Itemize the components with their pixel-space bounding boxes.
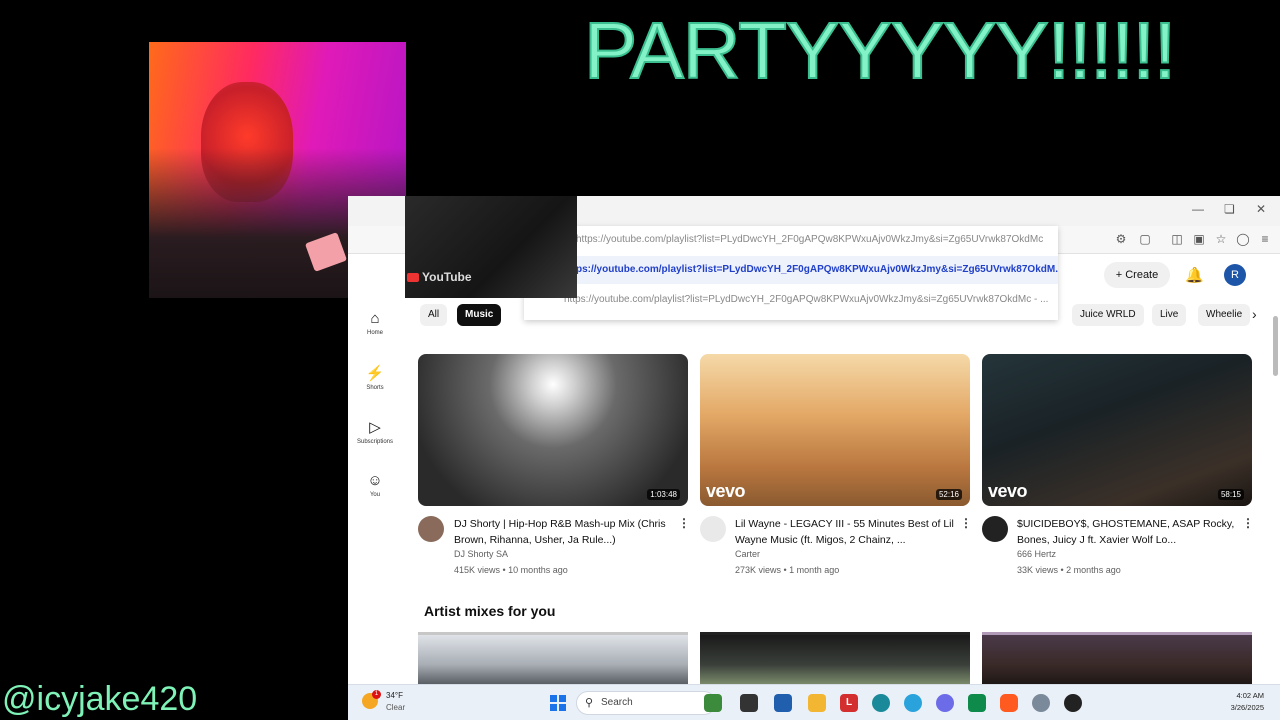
discord-icon[interactable] [936, 694, 954, 712]
sidebar-item-subscriptions[interactable]: ▷ Subscriptions [348, 418, 402, 445]
extensions-icon[interactable]: ⚙ [1114, 232, 1128, 246]
chip-juice-wrld[interactable]: Juice WRLD [1072, 304, 1144, 326]
store-icon[interactable] [774, 694, 792, 712]
video-title[interactable]: DJ Shorty | Hip-Hop R&B Mash-up Mix (Chr… [454, 516, 674, 548]
video-thumbnail[interactable]: vevo 58:15 [982, 354, 1252, 506]
plus-icon: + [1115, 269, 1126, 281]
sidebar-icon[interactable]: ◫ [1170, 232, 1184, 246]
mix-thumbnail[interactable] [418, 632, 688, 684]
shield-icon[interactable]: ◯ [1236, 232, 1250, 246]
chip-music[interactable]: Music [457, 304, 502, 326]
notification-badge: 1 [372, 690, 381, 699]
more-options-icon[interactable]: ⋮ [960, 516, 972, 530]
subscriptions-icon: ▷ [369, 419, 381, 436]
url-suggestion[interactable]: https://youtube.com/playlist?list=PLydDw… [524, 226, 1058, 254]
create-button[interactable]: + Create [1104, 262, 1170, 288]
chip-wheelie[interactable]: Wheelie [1198, 304, 1251, 326]
more-options-icon[interactable]: ⋮ [678, 516, 690, 530]
duration-badge: 58:15 [1217, 489, 1244, 500]
video-thumbnail[interactable]: vevo 52:16 [700, 354, 970, 506]
channel-name[interactable]: DJ Shorty SA [454, 549, 508, 559]
game-app-icon[interactable] [704, 694, 722, 712]
chevron-right-icon[interactable]: › [1252, 306, 1257, 322]
channel-avatar[interactable] [982, 516, 1008, 542]
section-title: Artist mixes for you [424, 603, 556, 619]
task-view-icon[interactable] [740, 694, 758, 712]
screenshot-icon[interactable]: ▢ [1138, 232, 1152, 246]
taskbar-search[interactable]: ⚲ Search [576, 691, 716, 715]
video-meta: 273K views • 1 month ago [735, 565, 840, 575]
stream-scene: PARTYYYYY!!!!!! — ❏ ✕ ⚙ ▢ ◫ ▣ ☆ ◯ ≡ ⌂ Ho… [0, 0, 1280, 720]
screen-preview: YouTube [405, 196, 577, 298]
channel-name[interactable]: Carter [735, 549, 760, 559]
telegram-icon[interactable] [904, 694, 922, 712]
channel-avatar[interactable] [418, 516, 444, 542]
minimize-icon[interactable]: — [1192, 202, 1204, 216]
video-title[interactable]: Lil Wayne - LEGACY III - 55 Minutes Best… [735, 516, 955, 548]
scrollbar[interactable] [1270, 254, 1280, 684]
system-clock[interactable]: 4:02 AM 3/26/2025 [1231, 690, 1264, 714]
duration-badge: 52:16 [935, 489, 962, 500]
start-button[interactable] [550, 695, 566, 711]
obs-icon[interactable] [1064, 694, 1082, 712]
channel-name[interactable]: 666 Hertz [1017, 549, 1056, 559]
vevo-logo: vevo [988, 481, 1028, 501]
shorts-icon: ⚡ [365, 365, 385, 382]
restore-icon[interactable]: ❏ [1224, 202, 1235, 216]
youtube-logo-icon [407, 273, 419, 283]
search-icon: ⚲ [585, 697, 594, 709]
menu-icon[interactable]: ≡ [1258, 232, 1272, 246]
video-thumbnail[interactable]: 1:03:48 [418, 354, 688, 506]
sidebar-item-shorts[interactable]: ⚡ Shorts [348, 364, 402, 391]
overlay-title: PARTYYYYY!!!!!! [583, 5, 1177, 96]
brave-icon[interactable] [1000, 694, 1018, 712]
settings-gear-icon[interactable] [1032, 694, 1050, 712]
split-screen-icon[interactable]: ▣ [1192, 232, 1206, 246]
favorites-icon[interactable]: ☆ [1214, 232, 1228, 246]
sidebar-item-you[interactable]: ☺ You [348, 472, 402, 498]
chip-all[interactable]: All [420, 304, 448, 326]
channel-avatar[interactable] [700, 516, 726, 542]
url-suggestion[interactable]: https://youtube.com/playlist?list=PLydDw… [524, 286, 1058, 314]
close-icon[interactable]: ✕ [1256, 202, 1266, 216]
more-options-icon[interactable]: ⋮ [1242, 516, 1254, 530]
home-icon: ⌂ [370, 310, 380, 327]
duration-badge: 1:03:48 [647, 489, 680, 500]
avatar[interactable]: R [1224, 264, 1246, 286]
chip-live[interactable]: Live [1152, 304, 1187, 326]
video-meta: 33K views • 2 months ago [1017, 565, 1121, 575]
vevo-logo: vevo [706, 481, 746, 501]
mix-thumbnail[interactable] [700, 632, 970, 684]
edge-icon[interactable] [872, 694, 890, 712]
app-l-icon[interactable]: L [840, 694, 858, 712]
sidebar-item-home[interactable]: ⌂ Home [348, 310, 402, 336]
video-meta: 415K views • 10 months ago [454, 565, 568, 575]
notifications-bell-icon[interactable]: 🔔 [1185, 266, 1204, 284]
video-title[interactable]: $UICIDEBOY$, GHOSTEMANE, ASAP Rocky, Bon… [1017, 516, 1237, 548]
file-explorer-icon[interactable] [808, 694, 826, 712]
url-suggestion-selected[interactable]: ps://youtube.com/playlist?list=PLydDwcYH… [524, 256, 1058, 284]
url-suggestions-dropdown: https://youtube.com/playlist?list=PLydDw… [524, 226, 1058, 320]
app-green-icon[interactable] [968, 694, 986, 712]
mix-thumbnail[interactable] [982, 632, 1252, 684]
streamer-handle: @icyjake420 [2, 680, 198, 718]
windows-taskbar: 1 34°F Clear ⚲ Search L 4:02 AM 3/26/202… [348, 684, 1280, 720]
you-icon: ☺ [367, 472, 383, 489]
